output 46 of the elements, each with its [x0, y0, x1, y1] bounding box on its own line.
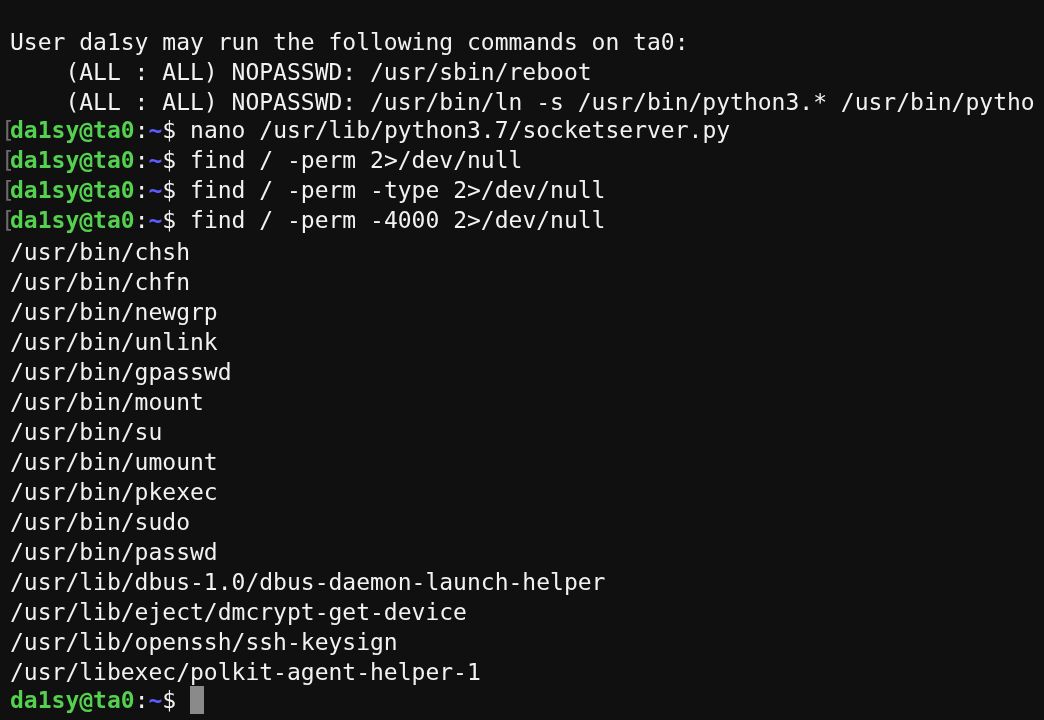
output-line: /usr/libexec/polkit-agent-helper-1: [10, 659, 481, 685]
command-text: find / -perm 2>/dev/null: [189, 145, 523, 175]
output-line: /usr/bin/sudo: [10, 509, 190, 535]
output-line: User da1sy may run the following commands on ta0:: [10, 29, 689, 55]
output-line: /usr/lib/eject/dmcrypt-get-device: [10, 599, 467, 625]
prompt-path: ~: [148, 205, 163, 235]
output-line: /usr/bin/passwd: [10, 539, 218, 565]
bracket-text: [: [1, 205, 10, 235]
bracket-text: [: [1, 115, 10, 145]
command-text: find / -perm -type 2>/dev/null: [189, 175, 606, 205]
prompt-separator: :: [134, 145, 149, 175]
output-line: /usr/bin/chfn: [10, 269, 190, 295]
output-line: (ALL : ALL) NOPASSWD: /usr/bin/ln -s /usr/bin/python3.* /usr/bin/pytho: [64, 89, 1035, 115]
prompt-path: ~: [148, 115, 163, 145]
output-line: /usr/bin/mount: [10, 389, 204, 415]
prompt-symbol: $: [162, 685, 177, 715]
prompt-user-host: da1sy@ta0: [10, 115, 135, 145]
output-line: /usr/bin/unlink: [10, 329, 218, 355]
prompt-symbol: $: [162, 115, 177, 145]
output-line: /usr/bin/newgrp: [10, 299, 218, 325]
command-text: nano /usr/lib/python3.7/socketserver.py: [189, 115, 731, 145]
command-text: find / -perm -4000 2>/dev/null: [189, 205, 606, 235]
output-line: /usr/bin/chsh: [10, 239, 190, 265]
output-line: /usr/lib/openssh/ssh-keysign: [10, 629, 398, 655]
prompt-user-host: da1sy@ta0: [10, 175, 135, 205]
prompt-symbol: $: [162, 175, 177, 205]
prompt-user-host: da1sy@ta0: [10, 145, 135, 175]
prompt-path: ~: [148, 175, 163, 205]
bracket-text: [: [1, 145, 10, 175]
output-line: /usr/bin/pkexec: [10, 479, 218, 505]
prompt-path: ~: [148, 145, 163, 175]
prompt-path: ~: [148, 685, 163, 715]
prompt-user-host: da1sy@ta0: [10, 685, 135, 715]
prompt-separator: :: [134, 175, 149, 205]
prompt-separator: :: [134, 115, 149, 145]
prompt-user-host: da1sy@ta0: [10, 205, 135, 235]
prompt-symbol: $: [162, 205, 177, 235]
output-line: /usr/bin/su: [10, 419, 163, 445]
output-line: /usr/bin/gpasswd: [10, 359, 232, 385]
prompt-separator: :: [134, 685, 149, 715]
bracket-text: [: [1, 175, 10, 205]
prompt-separator: :: [134, 205, 149, 235]
output-line: /usr/bin/umount: [10, 449, 218, 475]
prompt-symbol: $: [162, 145, 177, 175]
output-line: /usr/lib/dbus-1.0/dbus-daemon-launch-helper: [10, 569, 606, 595]
output-line: (ALL : ALL) NOPASSWD: /usr/sbin/reboot: [64, 59, 592, 85]
